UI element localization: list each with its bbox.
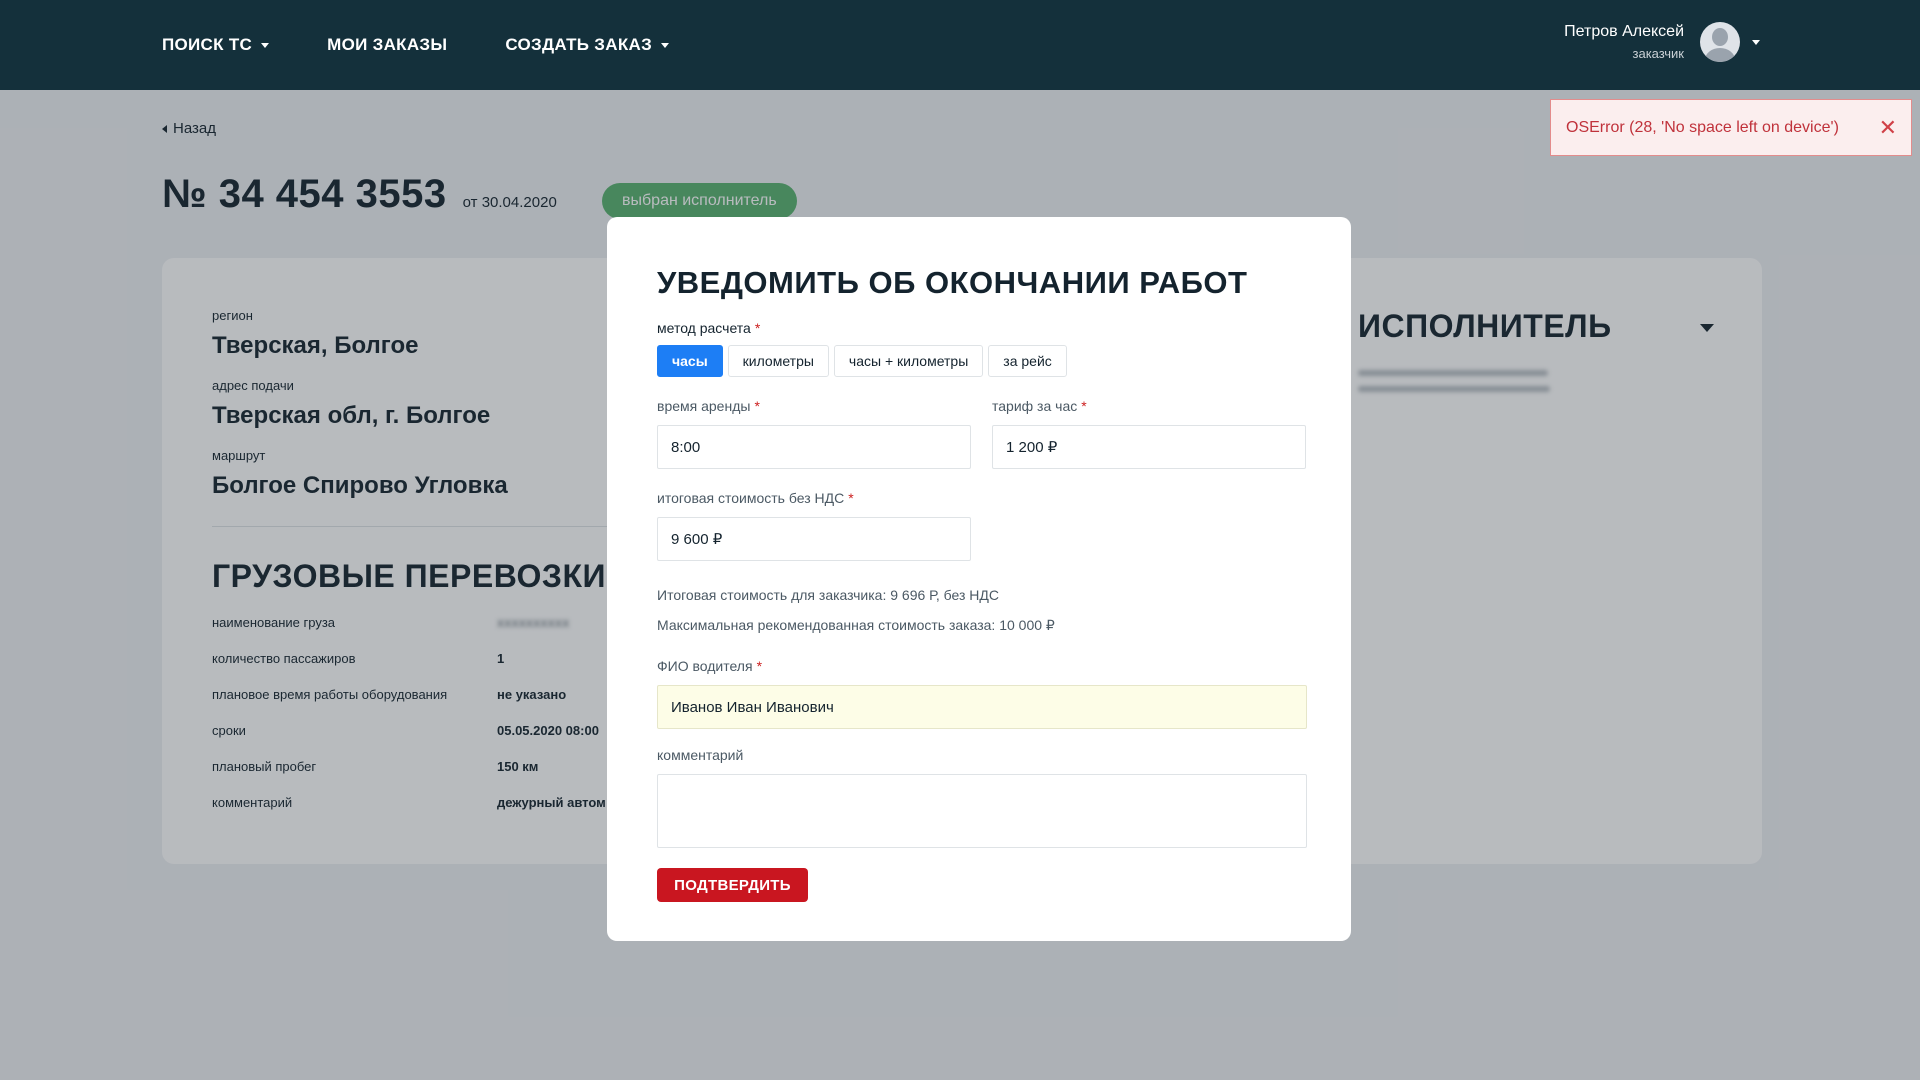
nav-create-order-label: СОЗДАТЬ ЗАКАЗ bbox=[505, 35, 653, 54]
driver-name-input[interactable] bbox=[657, 685, 1307, 729]
chevron-down-icon[interactable] bbox=[1752, 39, 1760, 45]
tariff-input[interactable] bbox=[992, 425, 1306, 469]
method-km-button[interactable]: километры bbox=[727, 345, 829, 377]
method-hours-button[interactable]: часы bbox=[657, 345, 723, 377]
modal-title: УВЕДОМИТЬ ОБ ОКОНЧАНИИ РАБОТ bbox=[657, 265, 1248, 300]
user-info: Петров Алексей заказчик bbox=[1564, 23, 1684, 61]
main-nav: ПОИСК ТС МОИ ЗАКАЗЫ СОЗДАТЬ ЗАКАЗ bbox=[162, 0, 727, 90]
rent-time-input[interactable] bbox=[657, 425, 971, 469]
nav-search-vehicle[interactable]: ПОИСК ТС bbox=[162, 35, 270, 55]
total-label: итоговая стоимость без НДС * bbox=[657, 490, 854, 506]
close-icon[interactable]: ✕ bbox=[1879, 116, 1897, 139]
rent-time-label: время аренды * bbox=[657, 398, 760, 414]
comment-field-label: комментарий bbox=[657, 747, 744, 763]
user-role: заказчик bbox=[1632, 46, 1685, 61]
nav-search-label: ПОИСК ТС bbox=[162, 35, 253, 54]
nav-my-orders-label: МОИ ЗАКАЗЫ bbox=[327, 35, 448, 54]
total-input[interactable] bbox=[657, 517, 971, 561]
toast-message: OSError (28, 'No space left on device') bbox=[1566, 118, 1839, 136]
driver-label: ФИО водителя * bbox=[657, 658, 763, 674]
method-label: метод расчета * bbox=[657, 320, 761, 336]
user-menu[interactable]: Петров Алексей заказчик bbox=[1564, 22, 1760, 62]
nav-create-order[interactable]: СОЗДАТЬ ЗАКАЗ bbox=[505, 35, 670, 55]
method-selector: часы километры часы + километры за рейс bbox=[657, 345, 1072, 377]
customer-total-text: Итоговая стоимость для заказчика: 9 696 … bbox=[657, 587, 999, 603]
chevron-down-icon bbox=[261, 42, 270, 48]
method-trip-button[interactable]: за рейс bbox=[988, 345, 1067, 377]
user-name: Петров Алексей bbox=[1564, 23, 1684, 40]
finish-work-modal: УВЕДОМИТЬ ОБ ОКОНЧАНИИ РАБОТ метод расче… bbox=[607, 217, 1351, 941]
max-recommended-text: Максимальная рекомендованная стоимость з… bbox=[657, 617, 1055, 633]
avatar[interactable] bbox=[1700, 22, 1740, 62]
method-hours-km-button[interactable]: часы + километры bbox=[833, 345, 984, 377]
nav-my-orders[interactable]: МОИ ЗАКАЗЫ bbox=[327, 35, 447, 55]
top-navbar: ПОИСК ТС МОИ ЗАКАЗЫ СОЗДАТЬ ЗАКАЗ Петров… bbox=[0, 0, 1920, 90]
comment-textarea[interactable] bbox=[657, 774, 1307, 848]
confirm-button[interactable]: ПОДТВЕРДИТЬ bbox=[657, 868, 808, 902]
error-toast: OSError (28, 'No space left on device') … bbox=[1550, 99, 1912, 156]
tariff-label: тариф за час * bbox=[992, 398, 1087, 414]
chevron-down-icon bbox=[661, 42, 670, 48]
